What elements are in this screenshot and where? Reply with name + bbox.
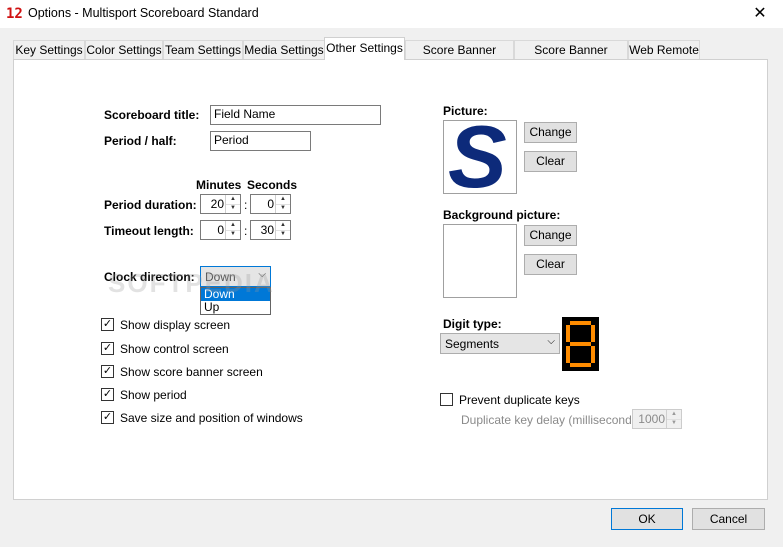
colon-separator: :: [244, 224, 248, 238]
show-display-screen-checkbox[interactable]: ✓: [101, 318, 114, 331]
picture-clear-button[interactable]: Clear: [524, 151, 577, 172]
duplicate-key-delay-value: 1000: [638, 412, 665, 426]
digit-type-label: Digit type:: [443, 317, 502, 331]
logo-s-image: S: [448, 120, 507, 194]
background-clear-button[interactable]: Clear: [524, 254, 577, 275]
chevron-down-icon: ⌵: [547, 336, 555, 347]
period-half-input[interactable]: Period: [210, 131, 311, 151]
duplicate-key-delay-label: Duplicate key delay (milliseconds):: [461, 413, 646, 427]
tab-media-settings[interactable]: Media Settings: [243, 40, 325, 59]
stepper-arrows: ▲ ▼: [275, 195, 290, 213]
save-size-position-checkbox[interactable]: ✓: [101, 411, 114, 424]
tab-other-settings[interactable]: Other Settings: [324, 37, 405, 60]
digit-type-select[interactable]: Segments ⌵: [440, 333, 560, 354]
background-change-button[interactable]: Change: [524, 225, 577, 246]
period-duration-seconds-value: 0: [267, 197, 274, 211]
period-duration-seconds-stepper[interactable]: 0 ▲ ▼: [250, 194, 291, 214]
show-score-banner-screen-checkbox[interactable]: ✓: [101, 365, 114, 378]
watermark-text: SOFTPEDIA: [108, 268, 275, 298]
scoreboard-title-input[interactable]: Field Name: [210, 105, 381, 125]
segment-c: [591, 346, 595, 363]
tab-score-banner-colors[interactable]: Score Banner Colors: [405, 40, 514, 76]
segment-d: [570, 363, 591, 367]
show-control-screen-label: Show control screen: [120, 342, 229, 356]
picture-change-button[interactable]: Change: [524, 122, 577, 143]
stepper-down-icon[interactable]: ▼: [667, 419, 681, 428]
minutes-header: Minutes: [196, 178, 242, 192]
tab-web-remote[interactable]: Web Remote: [628, 40, 700, 59]
cancel-button[interactable]: Cancel: [692, 508, 765, 530]
ok-button[interactable]: OK: [611, 508, 683, 530]
show-control-screen-checkbox[interactable]: ✓: [101, 342, 114, 355]
stepper-arrows: ▲ ▼: [225, 221, 240, 239]
window-title: Options - Multisport Scoreboard Standard: [28, 6, 259, 20]
colon-separator: :: [244, 198, 248, 212]
tab-team-settings[interactable]: Team Settings: [163, 40, 243, 59]
tab-score-banner-display[interactable]: Score Banner Display: [514, 40, 628, 76]
period-duration-label: Period duration:: [104, 198, 197, 212]
period-duration-minutes-stepper[interactable]: 20 ▲ ▼: [200, 194, 241, 214]
period-duration-minutes-value: 20: [210, 197, 224, 211]
picture-preview: S: [443, 120, 517, 194]
timeout-length-minutes-stepper[interactable]: 0 ▲ ▼: [200, 220, 241, 240]
show-score-banner-screen-label: Show score banner screen: [120, 365, 263, 379]
segment-b: [591, 325, 595, 342]
save-size-position-label: Save size and position of windows: [120, 411, 303, 425]
prevent-duplicate-keys-label: Prevent duplicate keys: [459, 393, 580, 407]
segment-a: [570, 321, 591, 325]
stepper-arrows: ▲ ▼: [275, 221, 290, 239]
background-picture-preview: [443, 224, 517, 298]
scoreboard-title-label: Scoreboard title:: [104, 108, 200, 122]
duplicate-key-delay-stepper[interactable]: 1000 ▲ ▼: [632, 409, 682, 429]
digit-preview-value: 8: [562, 317, 563, 318]
background-picture-label: Background picture:: [443, 208, 561, 222]
show-display-screen-label: Show display screen: [120, 318, 231, 332]
stepper-down-icon[interactable]: ▼: [276, 204, 290, 213]
show-period-label: Show period: [120, 388, 187, 402]
digit-type-selected: Segments: [445, 337, 500, 351]
timeout-length-minutes-value: 0: [217, 223, 224, 237]
period-half-label: Period / half:: [104, 134, 177, 148]
stepper-arrows: ▲ ▼: [666, 410, 681, 428]
timeout-length-label: Timeout length:: [104, 224, 194, 238]
stepper-down-icon[interactable]: ▼: [226, 230, 240, 239]
picture-label: Picture:: [443, 104, 488, 118]
prevent-duplicate-keys-checkbox[interactable]: [440, 393, 453, 406]
segment-e: [566, 346, 570, 363]
timeout-length-seconds-stepper[interactable]: 30 ▲ ▼: [250, 220, 291, 240]
tab-color-settings[interactable]: Color Settings: [85, 40, 163, 59]
stepper-down-icon[interactable]: ▼: [226, 204, 240, 213]
close-button[interactable]: ✕: [737, 0, 783, 28]
timeout-length-seconds-value: 30: [260, 223, 274, 237]
stepper-arrows: ▲ ▼: [225, 195, 240, 213]
dropdown-option-up[interactable]: Up: [201, 301, 270, 314]
segment-f: [566, 325, 570, 342]
show-period-checkbox[interactable]: ✓: [101, 388, 114, 401]
app-icon: 12: [6, 6, 23, 22]
tab-key-settings[interactable]: Key Settings: [13, 40, 85, 59]
segment-g: [570, 342, 591, 346]
seconds-header: Seconds: [247, 178, 298, 192]
digit-preview: 8: [562, 317, 599, 371]
stepper-down-icon[interactable]: ▼: [276, 230, 290, 239]
